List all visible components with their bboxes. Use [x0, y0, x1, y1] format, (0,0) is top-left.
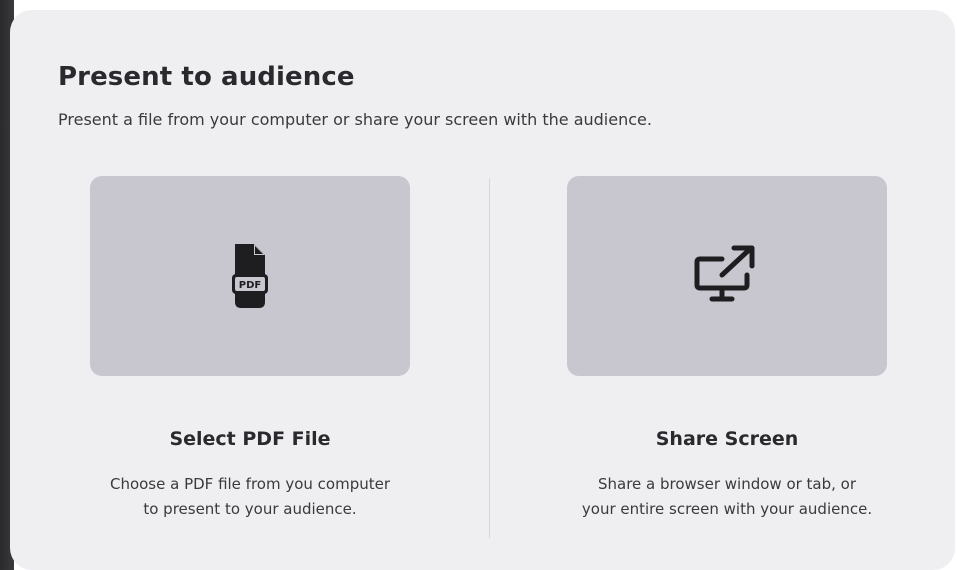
present-dialog: Present to audience Present a file from …	[10, 10, 955, 570]
pdf-file-icon: PDF	[232, 242, 268, 310]
dialog-title: Present to audience	[58, 62, 355, 92]
share-screen-description-line-2: your entire screen with your audience.	[581, 500, 873, 518]
share-screen-title: Share Screen	[655, 428, 799, 450]
select-pdf-description-line-2: to present to your audience.	[143, 500, 357, 518]
select-pdf-description-line-1: Choose a PDF file from you computer	[109, 475, 391, 493]
select-pdf-option[interactable]: PDF Select PDF File Choose a PDF file fr…	[40, 176, 470, 546]
share-screen-description-line-1: Share a browser window or tab, or	[597, 475, 857, 493]
pdf-icon-label: PDF	[239, 280, 261, 291]
share-screen-icon	[692, 245, 762, 307]
select-pdf-tile[interactable]: PDF	[90, 176, 410, 376]
options-divider	[489, 178, 490, 538]
share-screen-option[interactable]: Share Screen Share a browser window or t…	[517, 176, 947, 546]
share-screen-description: Share a browser window or tab, or your e…	[517, 472, 937, 522]
dialog-subtitle: Present a file from your computer or sha…	[58, 110, 652, 129]
share-screen-tile[interactable]	[567, 176, 887, 376]
select-pdf-title: Select PDF File	[169, 428, 331, 450]
select-pdf-description: Choose a PDF file from you computer to p…	[40, 472, 460, 522]
